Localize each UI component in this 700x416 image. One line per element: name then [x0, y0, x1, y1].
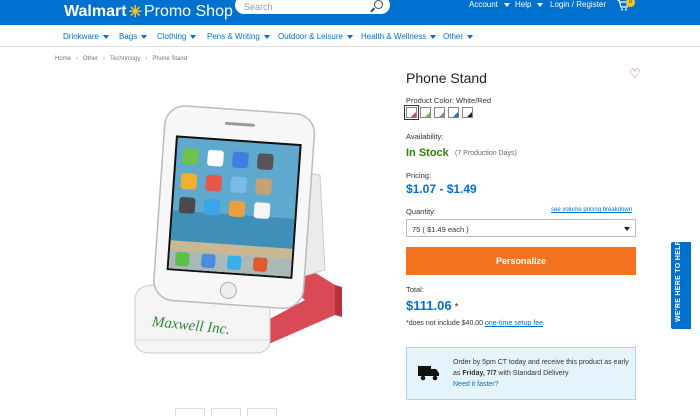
breadcrumb: Home › Other › Technology › Phone Stand — [55, 56, 187, 62]
cart-button[interactable]: 0 — [617, 0, 635, 12]
swatch-white-black[interactable] — [462, 107, 473, 118]
ship-line2: with Standard Delivery — [498, 370, 569, 377]
swatch-white-gray[interactable] — [434, 107, 445, 118]
category-label: Health & Wellness — [361, 32, 427, 41]
shipping-info-box: Order by 5pm CT today and receive this p… — [406, 347, 636, 400]
cart-count-badge: 0 — [626, 0, 635, 7]
breadcrumb-other[interactable]: Other — [83, 56, 98, 62]
swatch-white-blue[interactable] — [448, 107, 459, 118]
chevron-down-icon — [503, 2, 510, 7]
color-swatches — [404, 105, 473, 120]
category-nav: Drinkware Bags Clothing Pens & Writing O… — [0, 25, 700, 47]
chevron-down-icon — [141, 34, 148, 39]
swatch-white-green[interactable] — [420, 107, 431, 118]
login-label: Login / Register — [550, 0, 607, 9]
quantity-select[interactable]: 75 ( $1.49 each ) — [406, 219, 636, 237]
chevron-right-icon: › — [145, 56, 148, 62]
category-outdoor-leisure[interactable]: Outdoor & Leisure — [278, 32, 353, 41]
help-tab[interactable]: WE'RE HERE TO HELP — [671, 240, 691, 329]
production-days: (7 Production Days) — [455, 150, 517, 157]
brand-name: Walmart — [64, 3, 127, 20]
thumbnail[interactable] — [211, 408, 241, 416]
product-image[interactable]: Maxwell Inc. — [130, 95, 345, 365]
login-register-link[interactable]: Login / Register — [550, 0, 606, 9]
heart-icon[interactable]: ♡ — [629, 66, 641, 82]
category-health-wellness[interactable]: Health & Wellness — [361, 32, 437, 41]
help-tab-label: WE'RE HERE TO HELP — [675, 240, 682, 322]
category-pens-writing[interactable]: Pens & Writing — [207, 32, 270, 41]
setup-fee-link[interactable]: one-time setup fee — [485, 320, 543, 327]
search-input[interactable]: Search — [235, 0, 390, 14]
search-placeholder: Search — [244, 2, 273, 12]
note-prefix: *does not include $40.00 — [406, 320, 484, 327]
chevron-down-icon — [346, 34, 353, 39]
breadcrumb-technology[interactable]: Technology — [110, 56, 140, 62]
chevron-down-icon — [430, 34, 437, 39]
category-label: Outdoor & Leisure — [278, 32, 343, 41]
total-asterisk: * — [454, 302, 459, 313]
chevron-right-icon: › — [103, 56, 106, 62]
help-label: Help — [515, 0, 532, 9]
total-price: $111.06 * — [406, 298, 458, 313]
quantity-label: Quantity: — [406, 207, 437, 216]
ship-date: Friday, 7/7 — [462, 370, 497, 377]
thumbnail-strip — [175, 408, 277, 416]
swatch-white-red[interactable] — [404, 105, 419, 120]
need-it-faster-link[interactable]: Need it faster? — [453, 381, 499, 388]
quantity-value: 75 ( $1.49 each ) — [412, 225, 469, 234]
chevron-down-icon — [467, 34, 474, 39]
volume-pricing-link[interactable]: see volume pricing breakdown — [551, 207, 632, 213]
category-bags[interactable]: Bags — [119, 32, 148, 41]
category-clothing[interactable]: Clothing — [157, 32, 197, 41]
setup-fee-note: *does not include $40.00 one-time setup … — [406, 320, 543, 327]
product-title: Phone Stand — [406, 70, 487, 86]
chevron-down-icon — [103, 34, 110, 39]
total-value: $111.06 — [406, 298, 452, 313]
price-range: $1.07 - $1.49 — [406, 182, 477, 196]
account-menu[interactable]: Account — [469, 0, 510, 9]
search-icon[interactable] — [374, 0, 383, 9]
category-label: Pens & Writing — [207, 32, 260, 41]
chevron-down-icon — [263, 34, 270, 39]
thumbnail[interactable] — [247, 408, 277, 416]
category-other[interactable]: Other — [443, 32, 474, 41]
product-color-label: Product Color: White/Red — [406, 96, 492, 105]
walmart-promo-logo[interactable]: Walmart ✳ Promo Shop — [64, 2, 233, 22]
pricing-label: Pricing: — [406, 171, 432, 180]
top-header: Walmart ✳ Promo Shop Search Account Help… — [0, 0, 700, 25]
category-label: Drinkware — [63, 32, 100, 41]
total-label: Total: — [406, 285, 424, 294]
category-label: Other — [443, 32, 464, 41]
promo-shop-label: Promo Shop — [143, 3, 233, 20]
chevron-right-icon: › — [76, 56, 79, 62]
chevron-down-icon — [190, 34, 197, 39]
chevron-down-icon — [537, 2, 544, 7]
thumbnail[interactable] — [175, 408, 205, 416]
chevron-down-icon — [624, 227, 630, 231]
breadcrumb-home[interactable]: Home — [55, 56, 71, 62]
availability-label: Availability: — [406, 132, 444, 141]
help-menu[interactable]: Help — [515, 0, 544, 9]
truck-icon — [418, 366, 439, 381]
stock-status: In Stock — [406, 147, 449, 159]
personalize-button[interactable]: Personalize — [406, 247, 636, 275]
category-drinkware[interactable]: Drinkware — [63, 32, 110, 41]
category-label: Clothing — [157, 32, 187, 41]
spark-icon: ✳ — [128, 4, 142, 21]
breadcrumb-current: Phone Stand — [152, 56, 188, 62]
category-label: Bags — [119, 32, 138, 41]
account-label: Account — [469, 0, 498, 9]
